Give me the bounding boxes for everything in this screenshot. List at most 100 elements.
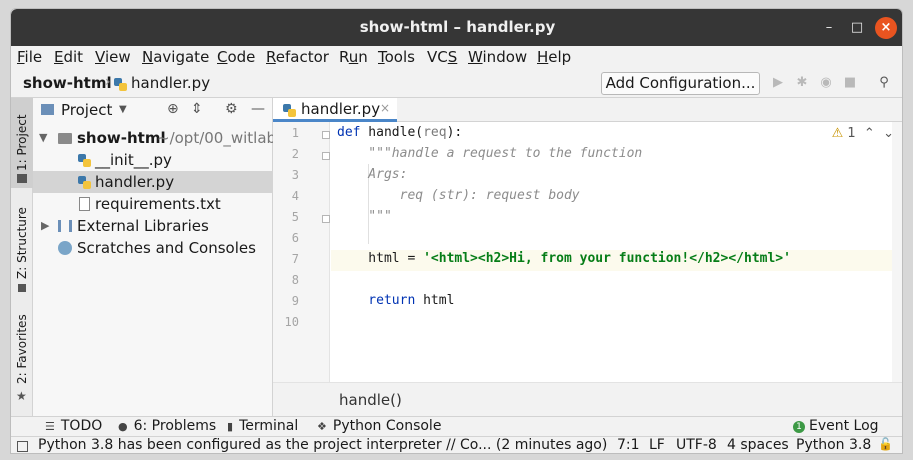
project-panel-title[interactable]: Project xyxy=(61,101,112,119)
tree-item-scratches[interactable]: Scratches and Consoles xyxy=(33,237,273,259)
code-breadcrumb[interactable]: handle() xyxy=(339,391,402,409)
breadcrumb-file[interactable]: handler.py xyxy=(131,74,210,92)
text-file-icon xyxy=(79,197,90,211)
tree-item-label: External Libraries xyxy=(77,217,209,235)
tree-item-requirements[interactable]: requirements.txt xyxy=(33,193,273,215)
tree-item-external-libraries[interactable]: ▶ External Libraries xyxy=(33,215,273,237)
structure-icon xyxy=(18,284,26,292)
menu-run[interactable]: Run xyxy=(339,48,368,66)
status-message[interactable]: Python 3.8 has been configured as the pr… xyxy=(38,437,607,453)
chevron-down-icon[interactable]: ▼ xyxy=(119,104,127,115)
python-file-icon xyxy=(283,104,296,117)
menu-window[interactable]: Window xyxy=(468,48,527,66)
terminal-icon: ▮ xyxy=(227,420,234,433)
python-interpreter[interactable]: Python 3.8 xyxy=(796,437,871,453)
library-icon xyxy=(58,220,72,232)
root-folder-name: show-html xyxy=(77,129,166,147)
todo-tool-button[interactable]: ☰ TODO xyxy=(45,418,102,434)
inspection-widget[interactable]: ⚠ 1 ⌃ ⌄ xyxy=(832,126,894,141)
folder-icon xyxy=(17,174,27,183)
folder-icon xyxy=(58,133,72,144)
file-encoding[interactable]: UTF-8 xyxy=(676,437,717,453)
editor-tabs: handler.py × xyxy=(273,98,902,122)
status-bar: Python 3.8 has been configured as the pr… xyxy=(11,436,902,453)
tab-handler-py[interactable]: handler.py × xyxy=(273,98,397,122)
ide-window: show-html – handler.py – □ × File Edit V… xyxy=(10,8,903,454)
menu-navigate[interactable]: Navigate xyxy=(142,48,209,66)
line-separator[interactable]: LF xyxy=(649,437,665,453)
fold-marker-icon[interactable] xyxy=(322,131,330,139)
close-icon[interactable]: × xyxy=(380,101,390,115)
project-panel: Project ▼ ⊕ ⇕ ⚙ — ▼ show-html ~/opt/00_w… xyxy=(33,98,284,416)
coverage-icon[interactable]: ◉ xyxy=(817,74,835,92)
menu-refactor[interactable]: Refactor xyxy=(266,48,329,66)
hide-icon[interactable]: — xyxy=(251,101,265,117)
event-log-tool-button[interactable]: 1 Event Log xyxy=(793,418,879,434)
file-name: requirements.txt xyxy=(95,195,221,213)
project-panel-header: Project ▼ ⊕ ⇕ ⚙ — xyxy=(33,98,273,122)
fold-marker-icon[interactable] xyxy=(322,215,330,223)
file-name: __init__.py xyxy=(95,151,172,169)
left-tool-strip: 1: Project Z: Structure 2: Favorites ★ xyxy=(11,98,33,416)
file-name: handler.py xyxy=(95,173,175,191)
menu-tools[interactable]: Tools xyxy=(378,48,415,66)
project-view-icon xyxy=(41,104,54,115)
tab-favorites[interactable]: 2: Favorites xyxy=(11,304,33,394)
breadcrumb-project[interactable]: show-html xyxy=(23,74,112,92)
gear-icon[interactable]: ⚙ xyxy=(225,101,238,117)
line-number: 1 xyxy=(291,126,299,140)
terminal-tool-button[interactable]: ▮ Terminal xyxy=(227,418,298,434)
line-number: 6 xyxy=(291,231,299,245)
run-icon[interactable]: ▶ xyxy=(769,74,787,92)
python-file-icon xyxy=(114,78,127,91)
editor-scrollbar[interactable] xyxy=(892,122,902,382)
maximize-button[interactable]: □ xyxy=(846,17,868,39)
tool-windows-toggle-icon[interactable] xyxy=(17,441,28,452)
line-number: 9 xyxy=(291,294,299,308)
chevron-right-icon[interactable]: ▶ xyxy=(41,215,49,237)
title-bar: show-html – handler.py – □ × xyxy=(11,9,902,46)
caret-position[interactable]: 7:1 xyxy=(617,437,640,453)
code-line-5: """ xyxy=(337,209,392,224)
python-console-tool-button[interactable]: ❖ Python Console xyxy=(317,418,441,434)
code-area[interactable]: def handle(req): """handle a request to … xyxy=(331,122,902,382)
menu-view[interactable]: View xyxy=(95,48,131,66)
indent-setting[interactable]: 4 spaces xyxy=(727,437,789,453)
stop-icon[interactable]: ■ xyxy=(841,74,859,92)
inspection-count: 1 xyxy=(847,126,856,141)
debug-icon[interactable]: ✱ xyxy=(793,74,811,92)
minimize-button[interactable]: – xyxy=(818,17,840,39)
python-console-icon: ❖ xyxy=(317,420,327,433)
collapse-all-icon[interactable]: ⇕ xyxy=(191,101,203,117)
lock-icon[interactable]: 🔓 xyxy=(878,437,893,451)
code-line-4: req (str): request body xyxy=(337,188,580,203)
tree-root[interactable]: ▼ show-html ~/opt/00_witlab_ xyxy=(33,127,284,149)
line-number: 2 xyxy=(291,147,299,161)
breadcrumb-separator: › xyxy=(105,74,111,90)
tree-item-init[interactable]: __init__.py xyxy=(33,149,273,171)
line-number: 8 xyxy=(291,273,299,287)
code-line-2: """handle a request to the function xyxy=(337,146,643,161)
star-icon: ★ xyxy=(16,389,27,403)
chevron-up-icon[interactable]: ⌃ xyxy=(864,126,875,141)
chevron-down-icon[interactable]: ▼ xyxy=(39,127,47,149)
problems-tool-button[interactable]: ● 6: Problems xyxy=(118,418,216,434)
close-button[interactable]: × xyxy=(875,17,897,39)
search-icon[interactable]: ⚲ xyxy=(875,74,893,92)
add-configuration-button[interactable]: Add Configuration... xyxy=(601,72,760,95)
locate-icon[interactable]: ⊕ xyxy=(167,101,179,117)
code-line-1: def handle(req): xyxy=(337,125,463,140)
menu-code[interactable]: Code xyxy=(217,48,255,66)
tree-item-handler[interactable]: handler.py xyxy=(33,171,273,193)
tab-label: handler.py xyxy=(301,100,381,118)
info-icon: ● xyxy=(118,420,128,433)
menu-edit[interactable]: Edit xyxy=(54,48,83,66)
tab-structure[interactable]: Z: Structure xyxy=(11,198,33,288)
navigation-bar: show-html › handler.py Add Configuration… xyxy=(11,70,902,98)
menu-file[interactable]: File xyxy=(17,48,42,66)
menu-vcs[interactable]: VCS xyxy=(427,48,457,66)
python-file-icon xyxy=(78,154,91,167)
menu-help[interactable]: Help xyxy=(537,48,571,66)
fold-marker-icon[interactable] xyxy=(322,152,330,160)
list-icon: ☰ xyxy=(45,420,55,433)
